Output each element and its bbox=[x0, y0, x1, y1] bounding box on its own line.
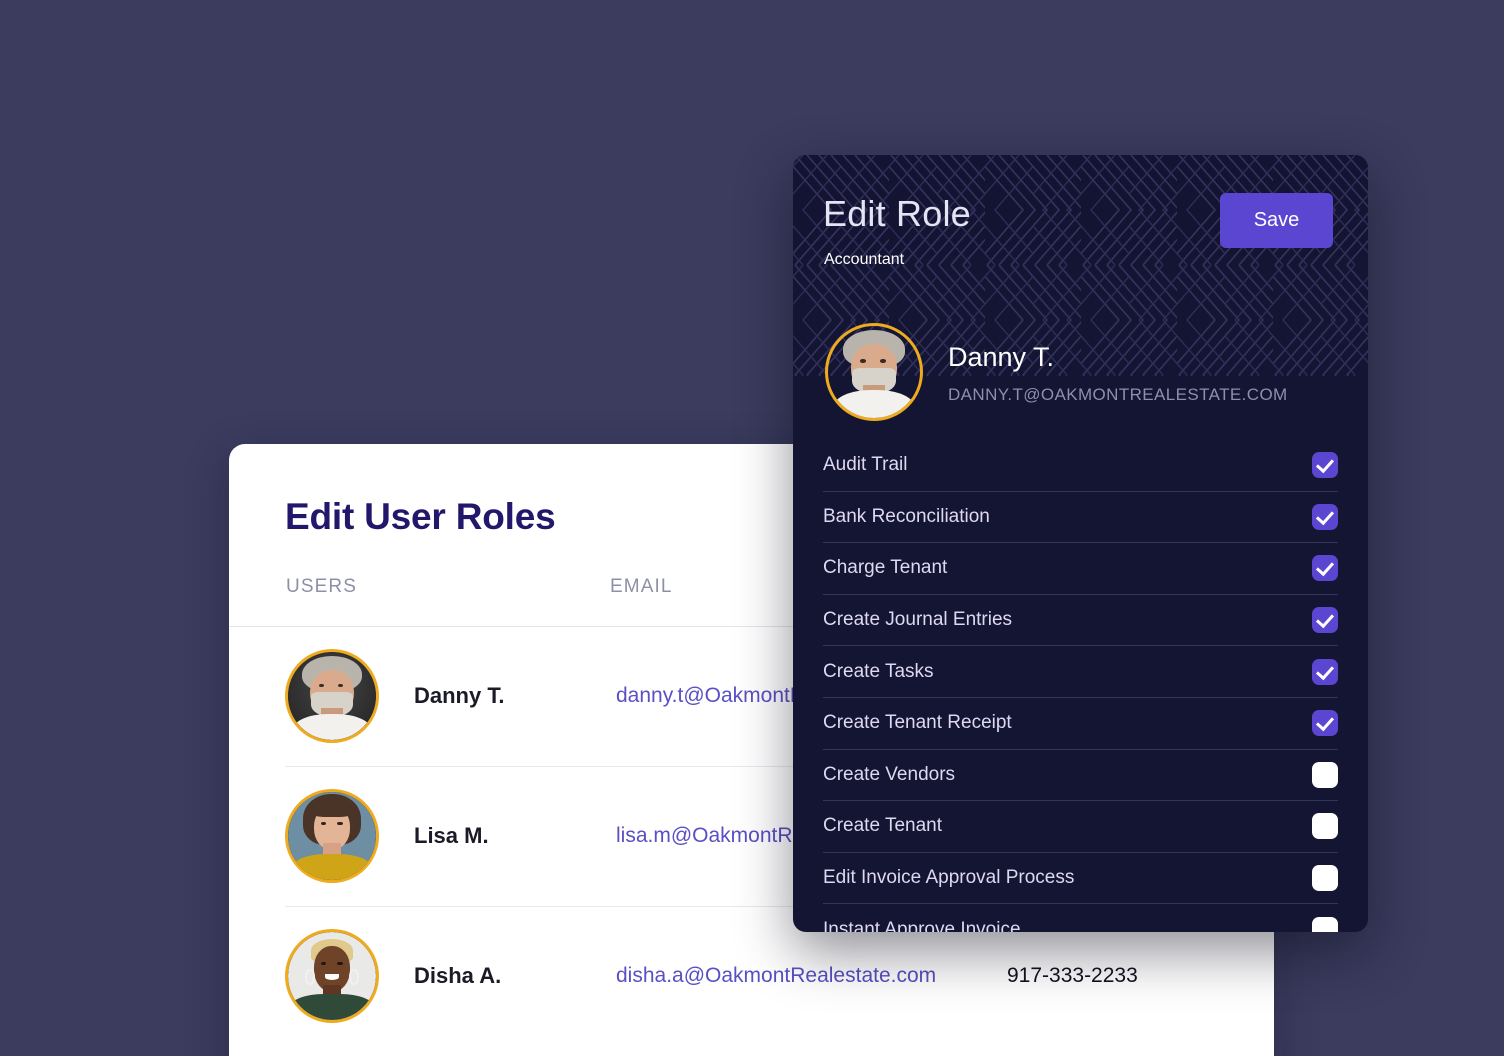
user-name: Lisa M. bbox=[414, 823, 489, 848]
panel-title: Edit Role bbox=[823, 193, 971, 234]
checkbox-checked-icon[interactable] bbox=[1312, 555, 1338, 582]
page-title: Edit User Roles bbox=[285, 496, 556, 537]
profile-email: DANNY.T@OAKMONTREALESTATE.COM bbox=[948, 385, 1288, 404]
permission-label: Create Tenant Receipt bbox=[823, 712, 1012, 734]
permission-label: Charge Tenant bbox=[823, 557, 948, 579]
avatar bbox=[285, 929, 379, 1023]
permission-label: Audit Trail bbox=[823, 454, 908, 476]
user-phone: 917-333-2233 bbox=[1007, 964, 1138, 987]
permission-label: Instant Approve Invoice bbox=[823, 918, 1021, 932]
permission-label: Create Tenant bbox=[823, 815, 943, 837]
save-button[interactable]: Save bbox=[1220, 193, 1333, 248]
permission-row[interactable]: Bank Reconciliation bbox=[823, 492, 1338, 544]
checkbox-checked-icon[interactable] bbox=[1312, 658, 1338, 685]
avatar bbox=[825, 323, 923, 421]
permission-label: Bank Reconciliation bbox=[823, 505, 990, 527]
permission-row[interactable]: Create Tenant Receipt bbox=[823, 698, 1338, 750]
column-header-users: USERS bbox=[286, 576, 357, 597]
avatar-disha bbox=[288, 932, 376, 1020]
role-name-label: Accountant bbox=[824, 251, 905, 268]
checkbox-unchecked-icon[interactable] bbox=[1312, 761, 1338, 788]
permission-label: Create Journal Entries bbox=[823, 609, 1013, 631]
permission-row[interactable]: Create Vendors bbox=[823, 750, 1338, 802]
avatar bbox=[285, 789, 379, 883]
role-profile: Danny T. DANNY.T@OAKMONTREALESTATE.COM bbox=[793, 323, 1368, 423]
permission-row[interactable]: Audit Trail bbox=[823, 440, 1338, 492]
permission-row[interactable]: Create Journal Entries bbox=[823, 595, 1338, 647]
user-name: Danny T. bbox=[414, 683, 505, 708]
permission-label: Create Tasks bbox=[823, 660, 934, 682]
permission-row[interactable]: Charge Tenant bbox=[823, 543, 1338, 595]
permission-row[interactable]: Edit Invoice Approval Process bbox=[823, 853, 1338, 905]
permission-row[interactable]: Create Tenant bbox=[823, 801, 1338, 853]
avatar-lisa bbox=[288, 792, 376, 880]
checkbox-checked-icon[interactable] bbox=[1312, 503, 1338, 530]
user-name: Disha A. bbox=[414, 963, 502, 988]
permission-row[interactable]: Instant Approve Invoice bbox=[823, 904, 1338, 932]
avatar bbox=[285, 649, 379, 743]
permissions-list: Audit Trail Bank Reconciliation Charge Ten… bbox=[793, 440, 1368, 932]
column-header-email: EMAIL bbox=[610, 576, 673, 597]
permission-label: Create Vendors bbox=[823, 763, 956, 785]
profile-name: Danny T. bbox=[948, 342, 1055, 372]
edit-role-panel: Edit Role Accountant Save Danny T. DANNY… bbox=[793, 155, 1368, 932]
checkbox-unchecked-icon[interactable] bbox=[1312, 916, 1338, 932]
checkbox-checked-icon[interactable] bbox=[1312, 710, 1338, 737]
permission-row[interactable]: Create Tasks bbox=[823, 646, 1338, 698]
checkbox-unchecked-icon[interactable] bbox=[1312, 865, 1338, 892]
screen: Edit User Roles USERS EMAIL PHONE Danny … bbox=[0, 0, 1504, 1056]
checkbox-unchecked-icon[interactable] bbox=[1312, 813, 1338, 840]
avatar-danny bbox=[288, 652, 376, 740]
checkbox-checked-icon[interactable] bbox=[1312, 452, 1338, 479]
checkbox-checked-icon[interactable] bbox=[1312, 607, 1338, 634]
user-email[interactable]: disha.a@OakmontRealestate.com bbox=[616, 964, 936, 988]
permission-label: Edit Invoice Approval Process bbox=[823, 867, 1075, 889]
